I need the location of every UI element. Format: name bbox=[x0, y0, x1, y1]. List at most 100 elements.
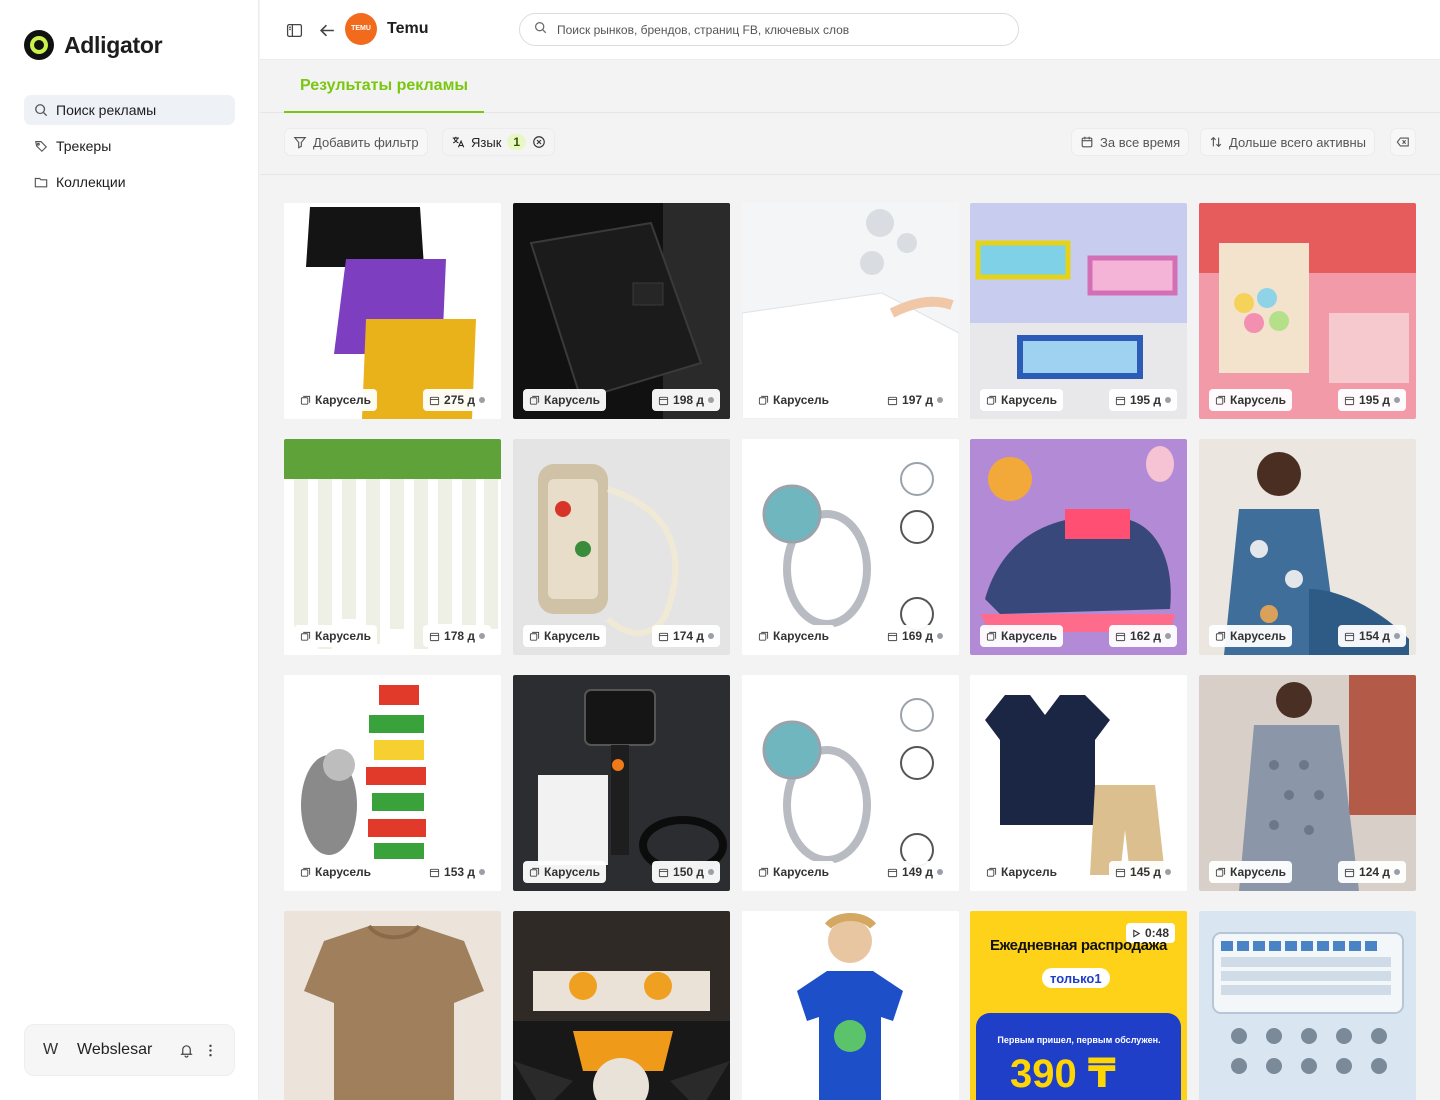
carousel-icon bbox=[758, 631, 769, 641]
active-days-label: 149 д bbox=[902, 865, 933, 879]
ad-thumbnail bbox=[1199, 911, 1416, 1100]
ad-type-label: Карусель bbox=[315, 393, 372, 407]
add-filter-button[interactable]: Добавить фильтр bbox=[284, 128, 428, 156]
status-dot bbox=[479, 869, 485, 875]
ad-card[interactable]: Карусель 149 д bbox=[742, 675, 959, 891]
carousel-icon bbox=[300, 395, 311, 405]
ad-card[interactable] bbox=[742, 911, 959, 1100]
calendar-icon bbox=[1115, 396, 1126, 405]
calendar-icon bbox=[1344, 632, 1355, 641]
tab-ad-results[interactable]: Результаты рекламы bbox=[284, 61, 484, 113]
search-input[interactable] bbox=[557, 22, 1004, 37]
ad-thumbnail bbox=[513, 911, 730, 1100]
status-dot bbox=[937, 397, 943, 403]
ad-card[interactable]: Карусель 178 д bbox=[284, 439, 501, 655]
ad-type-badge: Карусель bbox=[523, 389, 607, 411]
back-arrow-icon[interactable] bbox=[317, 20, 337, 40]
folder-icon bbox=[34, 175, 48, 189]
ad-card[interactable]: Карусель 174 д bbox=[513, 439, 730, 655]
sort-button[interactable]: Дольше всего активны bbox=[1200, 128, 1376, 156]
ad-card[interactable]: Карусель 162 д bbox=[970, 439, 1187, 655]
logo[interactable]: Adligator bbox=[24, 30, 163, 60]
active-days-label: 169 д bbox=[902, 629, 933, 643]
language-filter-chip[interactable]: Язык 1 bbox=[442, 128, 556, 156]
sidebar-item-label: Поиск рекламы bbox=[56, 102, 157, 118]
ad-card[interactable]: Карусель 275 д bbox=[284, 203, 501, 419]
ad-type-label: Карусель bbox=[1001, 865, 1058, 879]
status-dot bbox=[1165, 633, 1171, 639]
calendar-icon bbox=[1344, 396, 1355, 405]
status-dot bbox=[479, 633, 485, 639]
sidebar: Adligator Поиск рекламы Трекеры Коллекци… bbox=[0, 0, 259, 1100]
ad-card[interactable] bbox=[284, 911, 501, 1100]
status-dot bbox=[1394, 397, 1400, 403]
ad-type-badge: Карусель bbox=[294, 389, 378, 411]
sidebar-nav: Поиск рекламы Трекеры Коллекции bbox=[24, 95, 235, 203]
search-bar[interactable] bbox=[519, 13, 1019, 46]
brand-name: Temu bbox=[387, 20, 429, 37]
ad-card[interactable]: Карусель 145 д bbox=[970, 675, 1187, 891]
ad-type-badge: Карусель bbox=[752, 861, 836, 883]
ad-thumbnail bbox=[284, 203, 501, 419]
ad-thumbnail bbox=[970, 203, 1187, 419]
promo-pill: только1 bbox=[1042, 968, 1110, 988]
ad-card[interactable]: Карусель 198 д bbox=[513, 203, 730, 419]
ad-type-label: Карусель bbox=[1001, 393, 1058, 407]
ad-card[interactable] bbox=[513, 911, 730, 1100]
status-dot bbox=[937, 633, 943, 639]
bell-icon[interactable] bbox=[174, 1038, 198, 1062]
ad-type-label: Карусель bbox=[1230, 393, 1287, 407]
carousel-icon bbox=[1215, 867, 1226, 877]
status-dot bbox=[1394, 869, 1400, 875]
ad-card-video[interactable]: 0:48 Ежедневная распродажа только1 Первы… bbox=[970, 911, 1187, 1100]
sidebar-item-ad-search[interactable]: Поиск рекламы bbox=[24, 95, 235, 125]
carousel-icon bbox=[300, 867, 311, 877]
ad-card[interactable]: Карусель 195 д bbox=[970, 203, 1187, 419]
promo-title: Ежедневная распродажа bbox=[990, 937, 1167, 954]
ad-thumbnail bbox=[284, 675, 501, 891]
active-days-label: 174 д bbox=[673, 629, 704, 643]
clear-circle-icon[interactable] bbox=[532, 135, 546, 149]
calendar-icon bbox=[1081, 136, 1093, 148]
sidebar-toggle-icon[interactable] bbox=[284, 20, 304, 40]
active-days-badge: 195 д bbox=[1109, 389, 1177, 411]
sidebar-item-label: Коллекции bbox=[56, 174, 126, 190]
logo-text: Adligator bbox=[64, 31, 163, 58]
ad-thumbnail bbox=[742, 911, 959, 1100]
ad-card[interactable]: Карусель 169 д bbox=[742, 439, 959, 655]
ad-card[interactable]: Карусель 124 д bbox=[1199, 675, 1416, 891]
user-menu[interactable]: W Webslesar bbox=[24, 1024, 235, 1076]
more-vertical-icon[interactable] bbox=[198, 1038, 222, 1062]
calendar-icon bbox=[429, 632, 440, 641]
status-dot bbox=[708, 633, 714, 639]
tab-bar: Результаты рекламы bbox=[260, 61, 1440, 113]
ad-card[interactable]: Карусель 154 д bbox=[1199, 439, 1416, 655]
ad-card[interactable]: Карусель 150 д bbox=[513, 675, 730, 891]
active-days-label: 198 д bbox=[673, 393, 704, 407]
status-dot bbox=[1165, 869, 1171, 875]
ad-card[interactable] bbox=[1199, 911, 1416, 1100]
promo-price: 390 ₸ bbox=[1010, 1052, 1116, 1096]
ad-thumbnail bbox=[513, 203, 730, 419]
ad-type-label: Карусель bbox=[1230, 865, 1287, 879]
ad-card[interactable]: Карусель 153 д bbox=[284, 675, 501, 891]
calendar-icon bbox=[887, 396, 898, 405]
ad-thumbnail bbox=[970, 675, 1187, 891]
sidebar-item-trackers[interactable]: Трекеры bbox=[24, 131, 235, 161]
clear-filters-button[interactable] bbox=[1390, 128, 1416, 156]
active-days-label: 145 д bbox=[1130, 865, 1161, 879]
period-button[interactable]: За все время bbox=[1071, 128, 1190, 156]
carousel-icon bbox=[300, 631, 311, 641]
ad-type-label: Карусель bbox=[544, 865, 601, 879]
ad-card[interactable]: Карусель 195 д bbox=[1199, 203, 1416, 419]
ad-thumbnail bbox=[1199, 675, 1416, 891]
carousel-icon bbox=[986, 631, 997, 641]
active-days-badge: 178 д bbox=[423, 625, 491, 647]
ad-thumbnail bbox=[1199, 439, 1416, 655]
ad-thumbnail bbox=[513, 675, 730, 891]
sidebar-item-collections[interactable]: Коллекции bbox=[24, 167, 235, 197]
ad-type-badge: Карусель bbox=[1209, 625, 1293, 647]
active-days-label: 275 д bbox=[444, 393, 475, 407]
calendar-icon bbox=[658, 396, 669, 405]
ad-card[interactable]: Карусель 197 д bbox=[742, 203, 959, 419]
